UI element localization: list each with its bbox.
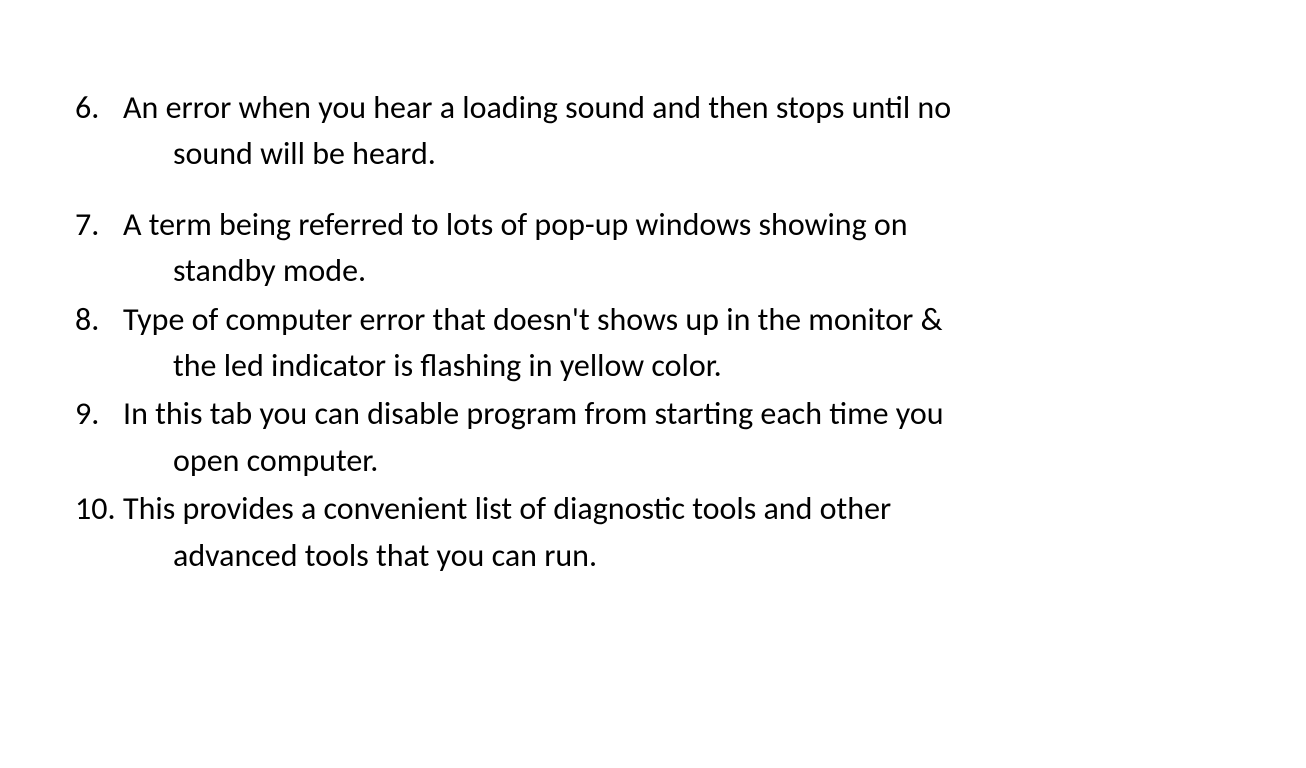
item-text: Type of computer error that doesn't show… (123, 297, 1286, 390)
item-line1: A term being referred to lots of pop-up … (123, 205, 908, 244)
item-line2: advanced tools that you can run. (123, 533, 1286, 579)
item-number: 6. (75, 85, 123, 131)
item-number: 7. (75, 202, 123, 248)
list-item: 6. An error when you hear a loading soun… (75, 85, 1286, 178)
item-line1: This provides a convenient list of diagn… (123, 489, 891, 528)
item-line1: In this tab you can disable program from… (123, 394, 944, 433)
list-item: 8. Type of computer error that doesn't s… (75, 297, 1286, 390)
item-line1: Type of computer error that doesn't show… (123, 300, 942, 339)
item-number: 9. (75, 391, 123, 437)
item-number: 8. (75, 297, 123, 343)
item-line1: An error when you hear a loading sound a… (123, 88, 951, 127)
item-text: In this tab you can disable program from… (123, 391, 1286, 484)
item-number: 10. (75, 486, 123, 532)
item-line2: open computer. (123, 438, 1286, 484)
list-item: 7. A term being referred to lots of pop-… (75, 202, 1286, 295)
question-list: 6. An error when you hear a loading soun… (75, 85, 1286, 579)
item-text: An error when you hear a loading sound a… (123, 85, 1286, 178)
list-item: 9. In this tab you can disable program f… (75, 391, 1286, 484)
item-text: A term being referred to lots of pop-up … (123, 202, 1286, 295)
item-line2: sound will be heard. (123, 131, 1286, 177)
item-line2: standby mode. (123, 248, 1286, 294)
list-item: 10. This provides a convenient list of d… (75, 486, 1286, 579)
item-text: This provides a convenient list of diagn… (123, 486, 1286, 579)
item-line2: the led indicator is flashing in yellow … (123, 343, 1286, 389)
